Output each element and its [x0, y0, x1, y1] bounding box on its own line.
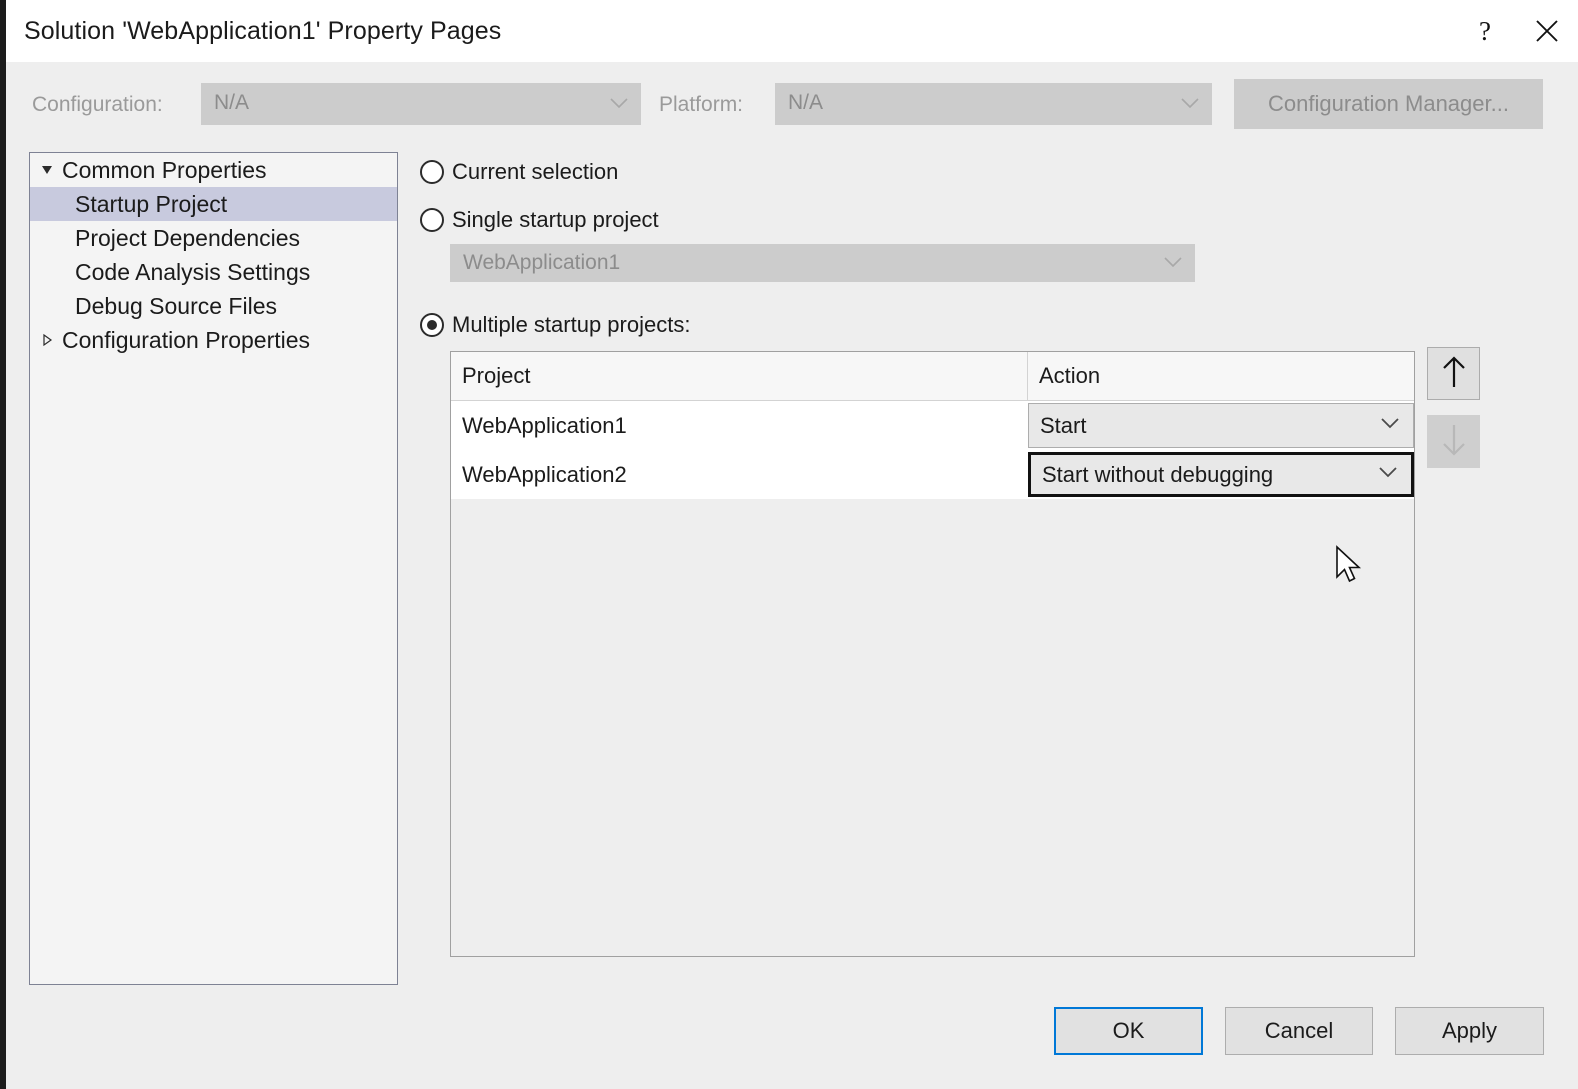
cell-project-name[interactable]: WebApplication2	[451, 450, 1028, 499]
title-bar: Solution 'WebApplication1' Property Page…	[6, 0, 1578, 62]
move-down-button	[1427, 415, 1480, 468]
close-icon	[1534, 18, 1560, 44]
configuration-manager-button: Configuration Manager...	[1234, 79, 1543, 129]
arrow-down-icon	[1440, 423, 1468, 460]
cell-action[interactable]: Start	[1028, 401, 1414, 450]
grid-body: WebApplication1 Start WebApplication2 St…	[451, 401, 1414, 499]
tree-item-label: Common Properties	[62, 156, 267, 183]
action-value: Start	[1040, 412, 1087, 438]
radio-multiple-startup-projects-label: Multiple startup projects:	[452, 312, 691, 337]
title-bar-buttons: ?	[1454, 0, 1578, 62]
tree-item-common-properties[interactable]: Common Properties	[30, 153, 397, 187]
apply-button[interactable]: Apply	[1395, 1007, 1544, 1055]
radio-single-startup-project-label: Single startup project	[452, 207, 659, 232]
radio-current-selection-label: Current selection	[452, 159, 619, 184]
chevron-down-icon	[1378, 466, 1398, 484]
page-title: Solution 'WebApplication1' Property Page…	[24, 16, 502, 45]
property-pages-dialog: Solution 'WebApplication1' Property Page…	[0, 0, 1578, 1089]
configuration-select: N/A	[201, 83, 641, 125]
arrow-up-icon	[1440, 355, 1468, 392]
radio-selected-icon[interactable]	[420, 313, 444, 337]
action-value: Start without debugging	[1042, 461, 1274, 487]
cell-project-name[interactable]: WebApplication1	[451, 401, 1028, 450]
tree-item-label: Code Analysis Settings	[75, 258, 311, 285]
radio-single-startup-project[interactable]: Single startup project	[420, 207, 659, 233]
tree-item-code-analysis-settings[interactable]: Code Analysis Settings	[30, 255, 397, 289]
chevron-down-icon	[609, 97, 629, 115]
tree-item-debug-source-files[interactable]: Debug Source Files	[30, 289, 397, 323]
chevron-down-icon	[1180, 97, 1200, 115]
triangle-expanded-icon[interactable]	[40, 163, 56, 177]
tree-item-configuration-properties[interactable]: Configuration Properties	[30, 323, 397, 357]
grid-empty-area	[451, 499, 1414, 956]
close-button[interactable]	[1516, 0, 1578, 62]
action-select[interactable]: Start	[1028, 403, 1414, 448]
platform-label: Platform:	[659, 93, 744, 116]
radio-icon[interactable]	[420, 160, 444, 184]
cancel-button[interactable]: Cancel	[1225, 1007, 1373, 1055]
tree-item-startup-project[interactable]: Startup Project	[30, 187, 397, 221]
chevron-down-icon	[1380, 417, 1400, 435]
radio-icon[interactable]	[420, 208, 444, 232]
tree-item-label: Project Dependencies	[75, 224, 301, 251]
ok-button[interactable]: OK	[1054, 1007, 1203, 1055]
single-startup-project-value: WebApplication1	[463, 251, 621, 274]
help-button[interactable]: ?	[1454, 0, 1516, 62]
chevron-down-icon	[1163, 256, 1183, 274]
triangle-collapsed-icon[interactable]	[40, 333, 56, 347]
startup-projects-grid[interactable]: Project Action WebApplication1 Start Web…	[450, 351, 1415, 957]
column-header-project[interactable]: Project	[451, 352, 1028, 400]
grid-header-row: Project Action	[451, 352, 1414, 401]
tree-item-label: Configuration Properties	[62, 326, 311, 353]
tree-item-label: Startup Project	[75, 190, 228, 217]
properties-tree[interactable]: Common Properties Startup Project Projec…	[29, 152, 398, 985]
question-mark-icon: ?	[1479, 15, 1491, 46]
tree-item-label: Debug Source Files	[75, 292, 277, 319]
table-row[interactable]: WebApplication1 Start	[451, 401, 1414, 450]
cell-action[interactable]: Start without debugging	[1028, 450, 1414, 499]
column-header-action[interactable]: Action	[1028, 352, 1414, 400]
move-up-button[interactable]	[1427, 347, 1480, 400]
action-select[interactable]: Start without debugging	[1028, 452, 1414, 497]
configuration-value: N/A	[214, 91, 250, 114]
configuration-label: Configuration:	[32, 93, 163, 116]
platform-value: N/A	[788, 91, 824, 114]
radio-current-selection[interactable]: Current selection	[420, 159, 618, 185]
tree-item-project-dependencies[interactable]: Project Dependencies	[30, 221, 397, 255]
platform-select: N/A	[775, 83, 1212, 125]
configuration-bar: Configuration: N/A Platform: N/A Configu…	[6, 78, 1578, 134]
table-row[interactable]: WebApplication2 Start without debugging	[451, 450, 1414, 499]
radio-multiple-startup-projects[interactable]: Multiple startup projects:	[420, 312, 690, 338]
single-startup-project-select: WebApplication1	[450, 244, 1195, 282]
